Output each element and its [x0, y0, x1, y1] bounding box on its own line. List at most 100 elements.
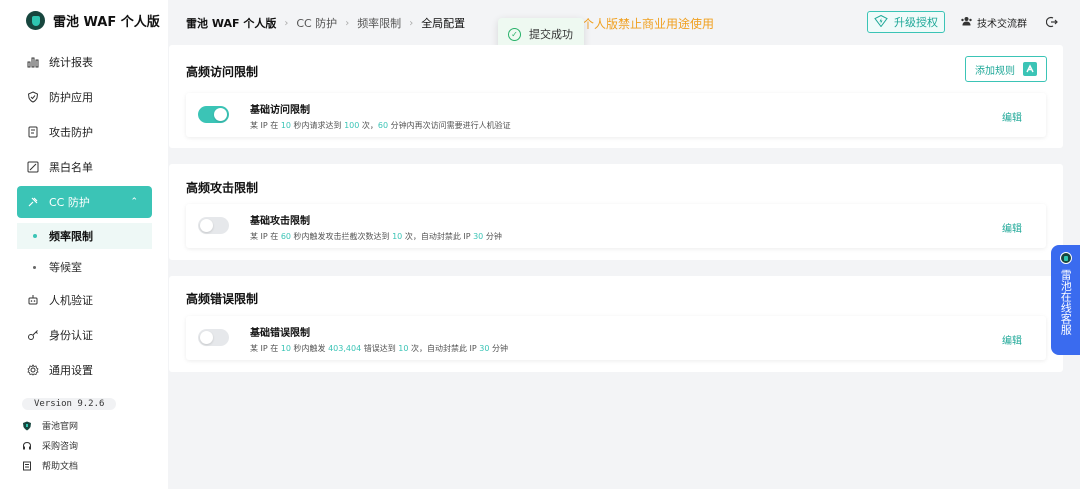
sidebar-subitem-label: 频率限制	[49, 230, 93, 243]
sidebar-item-settings[interactable]: 通用设置	[17, 355, 152, 385]
desc-text: 某 IP 在	[250, 121, 281, 130]
safeline-logo-icon	[26, 11, 45, 30]
doc-icon	[22, 461, 32, 471]
toggle-knob	[200, 331, 213, 344]
chevron-right-icon: ›	[345, 17, 350, 29]
edit-rule-link[interactable]: 编辑	[1002, 332, 1022, 347]
desc-text: 次，	[359, 121, 378, 130]
rule-toggle[interactable]	[198, 217, 229, 234]
link-label: 帮助文档	[42, 462, 79, 472]
panel-title: 高频错误限制	[186, 292, 259, 306]
sidebar-item-attack[interactable]: 攻击防护	[17, 117, 152, 147]
sidebar-item-apps[interactable]: 防护应用	[17, 82, 152, 112]
online-support-label: 雷池在线客服	[1059, 269, 1073, 335]
desc-value: 10	[392, 232, 403, 241]
shield-logo-icon	[22, 421, 32, 431]
desc-value: 403,404	[328, 344, 362, 353]
rule-card: 基础错误限制 某 IP 在 10 秒内触发 403,404 错误达到 10 次，…	[186, 316, 1046, 360]
sidebar: 雷池 WAF 个人版 统计报表 防护应用 攻击防护 黑白名单 CC 防护 ⌃ 频…	[0, 0, 168, 489]
logout-icon[interactable]	[1044, 14, 1060, 30]
add-rule-button[interactable]: 添加规则	[965, 56, 1047, 82]
breadcrumb: 雷池 WAF 个人版 › CC 防护 › 频率限制 › 全局配置	[186, 15, 465, 31]
chevron-right-icon: ›	[284, 17, 289, 29]
key-icon	[27, 329, 39, 341]
sidebar-item-label: 通用设置	[49, 364, 93, 377]
desc-text: 秒内触发攻击拦截次数达到	[291, 232, 393, 241]
app-logo[interactable]: 雷池 WAF 个人版	[26, 11, 160, 30]
sidebar-item-auth[interactable]: 身份认证	[17, 320, 152, 350]
bullet-icon	[33, 234, 37, 238]
chart-icon	[27, 56, 39, 68]
desc-text: 分钟	[489, 344, 509, 353]
rule-name: 基础错误限制	[250, 328, 310, 339]
desc-value: 30	[473, 232, 484, 241]
desc-value: 60	[280, 232, 291, 241]
desc-text: 次，自动封禁此 IP	[402, 232, 474, 241]
desc-value: 100	[344, 121, 360, 130]
add-rule-label: 添加规则	[975, 65, 1015, 77]
robot-icon	[27, 294, 39, 306]
upgrade-button[interactable]: 升级授权	[867, 11, 945, 33]
link-label: 雷池官网	[42, 422, 79, 432]
desc-value: 30	[479, 344, 490, 353]
chevron-right-icon: ›	[409, 17, 414, 29]
rule-card: 基础攻击限制 某 IP 在 60 秒内触发攻击拦截次数达到 10 次，自动封禁此…	[186, 204, 1046, 248]
link-purchase[interactable]: 采购咨询	[22, 439, 78, 452]
upgrade-label: 升级授权	[894, 16, 938, 29]
tech-group-button[interactable]: 技术交流群	[955, 11, 1033, 33]
chevron-up-icon: ⌃	[130, 197, 138, 207]
breadcrumb-item[interactable]: 雷池 WAF 个人版	[186, 15, 276, 31]
rule-toggle[interactable]	[198, 106, 229, 123]
sidebar-item-cc[interactable]: CC 防护 ⌃	[17, 186, 152, 218]
link-label: 采购咨询	[42, 442, 79, 452]
app-title: 雷池 WAF 个人版	[53, 15, 160, 30]
toggle-knob	[214, 108, 227, 121]
rule-name: 基础攻击限制	[250, 216, 310, 227]
sidebar-item-label: 防护应用	[49, 91, 93, 104]
lightning-icon	[874, 14, 888, 30]
sidebar-item-label: 人机验证	[49, 294, 93, 307]
rule-description: 某 IP 在 10 秒内请求达到 100 次，60 分钟内再次访问需要进行人机验…	[250, 120, 511, 131]
toggle-knob	[200, 219, 213, 232]
desc-value: 10	[398, 344, 409, 353]
bullet-icon	[33, 265, 36, 269]
rule-toggle[interactable]	[198, 329, 229, 346]
cc-icon	[27, 196, 39, 208]
desc-text: 分钟内再次访问需要进行人机验证	[388, 121, 511, 130]
link-official-site[interactable]: 雷池官网	[22, 419, 78, 432]
online-support-button[interactable]: 雷池在线客服	[1051, 245, 1080, 355]
toast-message: 提交成功	[529, 28, 573, 41]
document-icon	[27, 126, 39, 138]
tech-group-label: 技术交流群	[977, 18, 1027, 30]
sidebar-subitem-rate-limit[interactable]: 频率限制	[17, 223, 152, 249]
desc-text: 错误达到	[361, 344, 399, 353]
sidebar-item-stats[interactable]: 统计报表	[17, 47, 152, 77]
breadcrumb-item[interactable]: CC 防护	[296, 15, 337, 31]
sidebar-item-label: 身份认证	[49, 329, 93, 342]
users-icon	[961, 16, 972, 29]
desc-text: 分钟	[483, 232, 502, 241]
sidebar-item-captcha[interactable]: 人机验证	[17, 285, 152, 315]
sidebar-item-label: CC 防护	[49, 196, 90, 209]
link-help-docs[interactable]: 帮助文档	[22, 459, 78, 472]
panel-title: 高频访问限制	[186, 65, 259, 79]
panel-title: 高频攻击限制	[186, 181, 259, 195]
list-icon	[27, 161, 39, 173]
breadcrumb-item[interactable]: 频率限制	[357, 15, 401, 31]
add-rule-icon	[1023, 62, 1037, 76]
sidebar-item-label: 统计报表	[49, 56, 93, 69]
desc-text: 秒内触发	[291, 344, 329, 353]
desc-text: 某 IP 在	[250, 344, 281, 353]
edit-rule-link[interactable]: 编辑	[1002, 220, 1022, 235]
rule-description: 某 IP 在 10 秒内触发 403,404 错误达到 10 次，自动封禁此 I…	[250, 343, 508, 354]
sidebar-subitem-label: 等候室	[49, 261, 82, 274]
safeline-logo-icon	[1059, 252, 1072, 264]
breadcrumb-item: 全局配置	[421, 17, 466, 30]
rule-card: 基础访问限制 某 IP 在 10 秒内请求达到 100 次，60 分钟内再次访问…	[186, 93, 1046, 137]
desc-text: 秒内请求达到	[291, 121, 345, 130]
sidebar-subitem-waiting-room[interactable]: 等候室	[17, 254, 152, 280]
edit-rule-link[interactable]: 编辑	[1002, 109, 1022, 124]
check-circle-icon: ✓	[508, 27, 521, 41]
version-badge: Version 9.2.6	[22, 398, 117, 410]
sidebar-item-blacklist[interactable]: 黑白名单	[17, 152, 152, 182]
